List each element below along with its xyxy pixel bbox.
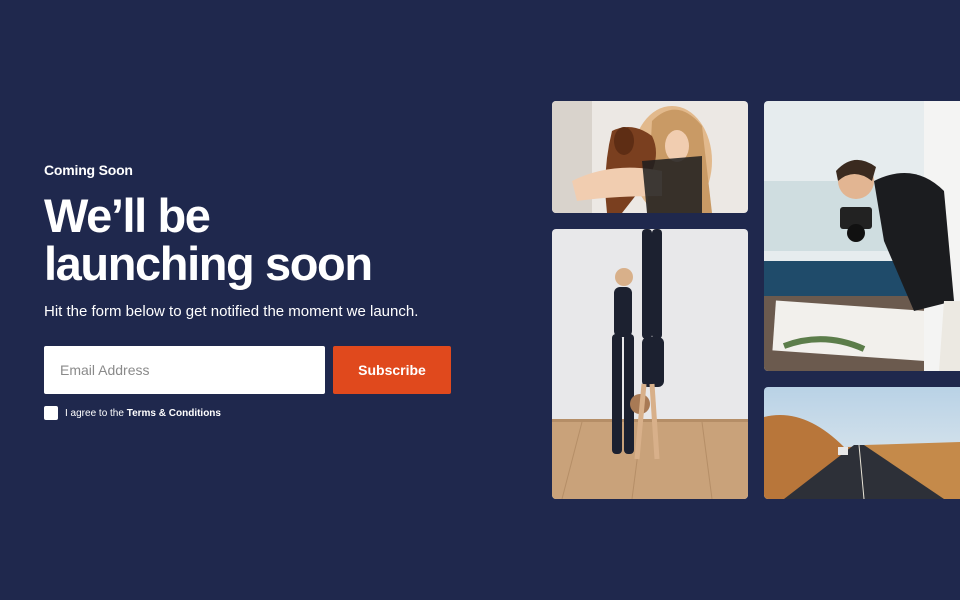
terms-checkbox[interactable] [44,406,58,420]
page-headline: We’ll be launching soon [44,192,464,288]
email-input[interactable] [44,346,325,394]
headline-line-2: launching soon [44,237,373,290]
hero-section: Coming Soon We’ll be launching soon Hit … [44,162,464,420]
terms-agreement: I agree to the Terms & Conditions [44,406,464,420]
hero-subtext: Hit the form below to get notified the m… [44,303,419,320]
terms-prefix: I agree to the [65,407,124,419]
terms-link[interactable]: Terms & Conditions [127,408,221,419]
photographer-with-camera-photo [764,101,960,371]
desert-road-photo [764,387,960,499]
yoga-handstand-photo [552,229,748,499]
headline-line-1: We’ll be [44,189,211,242]
terms-label: I agree to the Terms & Conditions [65,408,221,419]
woman-with-dog-photo [552,101,748,213]
coming-soon-label: Coming Soon [44,162,133,178]
subscribe-button[interactable]: Subscribe [333,346,451,394]
subscribe-form: Subscribe [44,346,464,394]
